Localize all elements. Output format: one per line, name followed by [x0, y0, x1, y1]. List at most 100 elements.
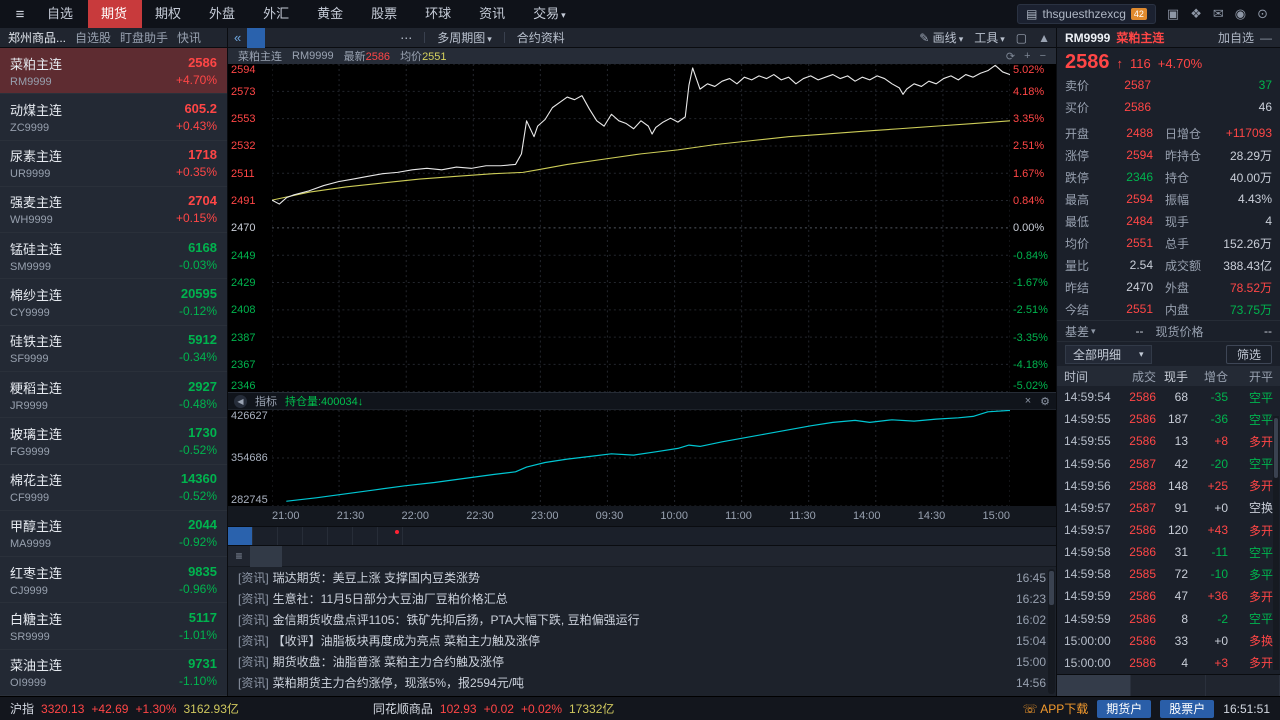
fullscreen-icon[interactable]: ▢ [1016, 31, 1027, 45]
indicator-tab[interactable] [353, 527, 378, 545]
news-item[interactable]: [资讯] 期货收盘：油脂普涨 菜粕主力合约触及涨停 15:00 [228, 651, 1056, 672]
tick-row[interactable]: 14:59:56 2588 148 +25 多开 [1064, 475, 1273, 497]
tick-row[interactable]: 14:59:58 2586 31 -11 空平 [1064, 541, 1273, 563]
tick-row[interactable]: 14:59:57 2586 120 +43 多开 [1064, 519, 1273, 541]
watchlist-item[interactable]: 棉花主连 CF9999 14360 -0.52% [0, 465, 227, 511]
quote-scrollbar[interactable] [1273, 416, 1279, 670]
top-menu-item[interactable]: 期货 [88, 0, 142, 28]
tick-row[interactable]: 14:59:55 2586 187 -36 空平 [1064, 408, 1273, 430]
tick-row[interactable]: 14:59:57 2587 91 +0 空换 [1064, 497, 1273, 519]
indicator-collapse-icon[interactable]: ◀ [234, 395, 247, 408]
watchlist-item[interactable]: 棉纱主连 CY9999 20595 -0.12% [0, 279, 227, 325]
oi-plot-area[interactable] [272, 410, 1010, 506]
add-to-watchlist-button[interactable]: 加自选 [1218, 29, 1254, 46]
watchlist-item[interactable]: 锰硅主连 SM9999 6168 -0.03% [0, 233, 227, 279]
sidebar-header-tab[interactable]: 盯盘助手 [120, 29, 168, 46]
top-menu-item[interactable]: 资讯 [466, 0, 520, 28]
tick-row[interactable]: 14:59:58 2585 72 -10 多平 [1064, 563, 1273, 585]
period-tab[interactable] [265, 28, 283, 48]
indicator-tab[interactable] [253, 527, 278, 545]
watchlist-item[interactable]: 红枣主连 CJ9999 9835 -0.96% [0, 557, 227, 603]
watchlist-item[interactable]: 尿素主连 UR9999 1718 +0.35% [0, 141, 227, 187]
period-tab[interactable] [283, 28, 301, 48]
zoom-in-icon[interactable]: + [1024, 50, 1030, 63]
news-collapse-icon[interactable]: ≡ [228, 549, 250, 563]
top-menu-item[interactable]: 外盘 [196, 0, 250, 28]
minimize-icon[interactable]: — [1260, 31, 1272, 45]
futures-account-button[interactable]: 期货户 [1097, 700, 1151, 718]
sidebar-header-tab[interactable]: 自选股 [75, 29, 111, 46]
news-item[interactable]: [资讯] 金信期货收盘点评1105：铁矿先抑后扬，PTA大幅下跌, 豆粕偏强运行… [228, 609, 1056, 630]
period-tab[interactable] [247, 28, 265, 48]
news-item[interactable]: [资讯] 菜粕期货主力合约涨停，现涨5%，报2594元/吨 14:56 [228, 672, 1056, 693]
more-periods-button[interactable]: ⋯ [391, 28, 421, 48]
collapse-icon[interactable]: ▲ [1038, 31, 1050, 45]
news-item[interactable]: [资讯] 生意社：11月5日部分大豆油厂豆粕价格汇总 16:23 [228, 588, 1056, 609]
news-tab[interactable] [282, 546, 314, 567]
basis-label[interactable]: 基差 [1065, 323, 1089, 340]
watchlist-item[interactable]: 菜粕主连 RM9999 2586 +4.70% [0, 48, 227, 94]
indicator-tab[interactable] [303, 527, 328, 545]
market-selector[interactable]: 郑州商品... [8, 29, 66, 46]
index-ticker-ths-commodity[interactable]: 同花顺商品 102.93 +0.02 +0.02% 17332亿 [373, 700, 615, 717]
stock-account-button[interactable]: 股票户 [1160, 700, 1214, 718]
detail-bottom-tab[interactable] [1057, 675, 1131, 696]
gear-icon[interactable]: ⚙ [1040, 395, 1050, 408]
top-menu-item[interactable]: 股票 [358, 0, 412, 28]
watchlist-item[interactable]: 动煤主连 ZC9999 605.2 +0.43% [0, 94, 227, 140]
indicator-tab[interactable] [278, 527, 303, 545]
indicator-tab[interactable] [378, 527, 403, 545]
tick-row[interactable]: 14:59:54 2586 68 -35 空平 [1064, 386, 1273, 408]
watchlist-item[interactable]: 粳稻主连 JR9999 2927 -0.48% [0, 372, 227, 418]
user-account-chip[interactable]: ▤ thsguesthzexcg 42 [1017, 4, 1156, 24]
news-item[interactable]: [资讯] 菜粕期货主力合约触及涨停 14:55 [228, 693, 1056, 696]
sidebar-header-tab[interactable]: 快讯 [177, 29, 201, 46]
watchlist-item[interactable]: 硅铁主连 SF9999 5912 -0.34% [0, 326, 227, 372]
top-menu-item[interactable]: 交易▾ [520, 0, 579, 28]
scrollbar-thumb[interactable] [1274, 418, 1278, 478]
tick-row[interactable]: 15:00:00 2586 33 +0 多换 [1064, 630, 1273, 652]
refresh-icon[interactable]: ⟳ [1006, 50, 1015, 63]
zoom-out-icon[interactable]: − [1040, 50, 1046, 63]
filter-button[interactable]: 筛选 [1226, 345, 1272, 364]
price-plot-area[interactable] [272, 64, 1010, 392]
detail-bottom-tab[interactable] [1131, 675, 1205, 696]
top-menu-item[interactable]: 自选 [34, 0, 88, 28]
tick-row[interactable]: 14:59:55 2586 13 +8 多开 [1064, 430, 1273, 452]
top-menu-item[interactable]: 黄金 [304, 0, 358, 28]
period-tab[interactable] [355, 28, 373, 48]
indicator-tab[interactable] [328, 527, 353, 545]
watchlist-item[interactable]: 甲醇主连 MA9999 2044 -0.92% [0, 511, 227, 557]
top-menu-item[interactable]: 期权 [142, 0, 196, 28]
period-tab[interactable] [301, 28, 319, 48]
app-download-link[interactable]: ☏ APP下载 [1023, 700, 1089, 717]
watchlist-item[interactable]: 白糖主连 SR9999 5117 -1.01% [0, 603, 227, 649]
power-icon[interactable]: ⊙ [1257, 6, 1268, 22]
tick-row[interactable]: 14:59:59 2586 47 +36 多开 [1064, 585, 1273, 607]
period-tab[interactable] [337, 28, 355, 48]
top-menu-item[interactable]: 外汇 [250, 0, 304, 28]
multi-chart-button[interactable]: 多周期图▾ [428, 28, 501, 48]
notification-icon[interactable]: ◉ [1235, 6, 1246, 22]
back-icon[interactable]: « [234, 30, 241, 45]
scrollbar-thumb[interactable] [1049, 571, 1054, 605]
tick-row[interactable]: 15:00:00 2586 4 +3 多开 [1064, 652, 1273, 674]
gift-icon[interactable]: ❖ [1190, 6, 1202, 22]
top-menu-item[interactable]: 环球 [412, 0, 466, 28]
tick-row[interactable]: 14:59:56 2587 42 -20 空平 [1064, 452, 1273, 474]
draw-tool-button[interactable]: ✎ 画线▾ [919, 29, 963, 46]
tools-button[interactable]: 工具▾ [974, 29, 1005, 46]
close-icon[interactable]: × [1025, 395, 1031, 407]
detail-filter-dropdown[interactable]: 全部明细▾ [1065, 345, 1152, 364]
news-tab[interactable] [250, 546, 282, 567]
watchlist-item[interactable]: 强麦主连 WH9999 2704 +0.15% [0, 187, 227, 233]
index-ticker-shanghai[interactable]: 沪指 3320.13 +42.69 +1.30% 3162.93亿 [10, 700, 239, 717]
watchlist-item[interactable]: 玻璃主连 FG9999 1730 -0.52% [0, 418, 227, 464]
news-scrollbar[interactable] [1048, 569, 1055, 694]
screen-share-icon[interactable]: ▣ [1167, 6, 1179, 22]
contract-info-button[interactable]: 合约资料 [508, 28, 574, 48]
news-item[interactable]: [资讯] 【收评】油脂板块再度成为亮点 菜粕主力触及涨停 15:04 [228, 630, 1056, 651]
detail-bottom-tab[interactable] [1206, 675, 1280, 696]
news-item[interactable]: [资讯] 瑞达期货：美豆上涨 支撑国内豆类涨势 16:45 [228, 567, 1056, 588]
watchlist-item[interactable]: 菜油主连 OI9999 9731 -1.10% [0, 650, 227, 696]
